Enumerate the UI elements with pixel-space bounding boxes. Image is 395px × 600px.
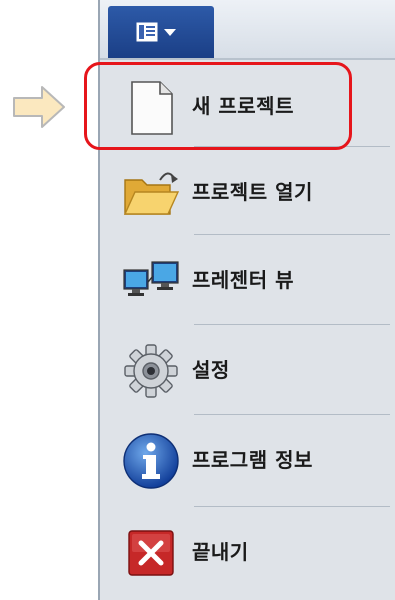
highlight-box [84, 62, 352, 150]
menu-item-exit[interactable]: 끝내기 [100, 506, 395, 598]
gear-icon [124, 344, 178, 398]
close-icon [128, 530, 174, 576]
open-folder-icon [123, 172, 180, 215]
info-icon [123, 433, 179, 489]
menu-item-label: 프로젝트 열기 [192, 180, 313, 204]
menu-top-bar [100, 0, 395, 58]
menu-item-label: 설정 [192, 358, 230, 382]
chevron-down-icon [164, 29, 176, 36]
menu-item-open-project[interactable]: 프로젝트 열기 [100, 146, 395, 238]
presenter-view-icon [123, 261, 179, 296]
menu-item-settings[interactable]: 설정 [100, 324, 395, 416]
app-menu-icon [136, 22, 176, 42]
screenshot-stage: 새 프로젝트 프로젝트 열기 프레젠터 뷰 설정 프로그램 정보 끝내기 [0, 0, 395, 600]
menu-item-about[interactable]: 프로그램 정보 [100, 414, 395, 506]
menu-item-presenter-view[interactable]: 프레젠터 뷰 [100, 234, 395, 326]
pointer-arrow-icon [13, 86, 65, 128]
app-menu-tab[interactable] [108, 6, 214, 58]
menu-item-label: 프로그램 정보 [192, 448, 313, 472]
menu-item-label: 끝내기 [192, 540, 249, 564]
menu-item-label: 프레젠터 뷰 [192, 268, 294, 292]
